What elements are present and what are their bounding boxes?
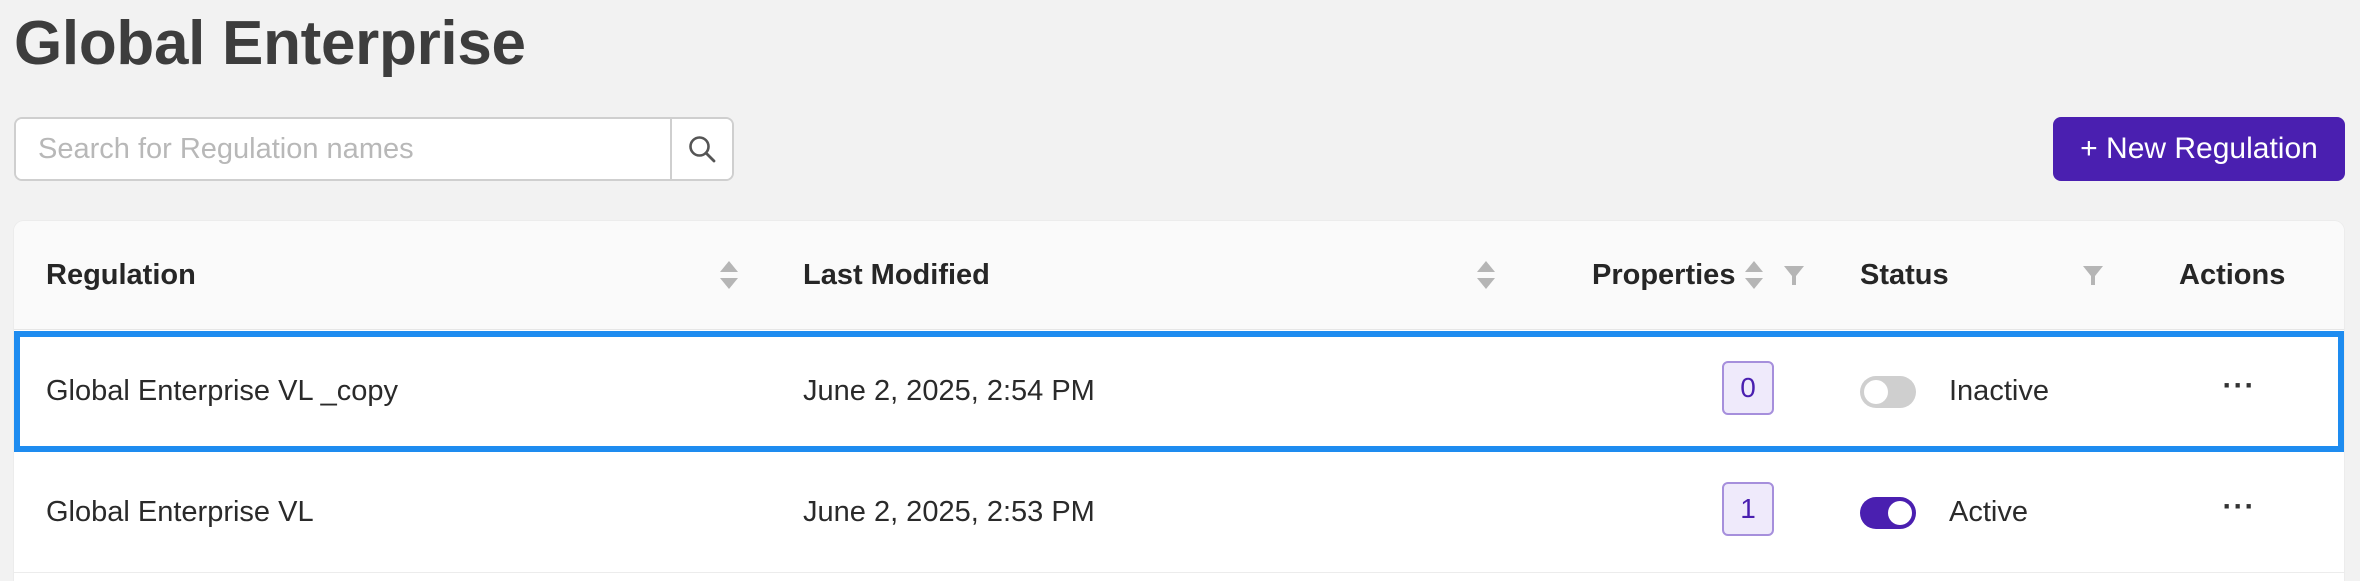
column-label: Regulation	[46, 259, 196, 291]
table-header: Regulation Last Modified Properties Stat…	[14, 221, 2344, 330]
column-label: Actions	[2179, 259, 2286, 291]
column-label: Properties	[1592, 259, 1736, 291]
table-row[interactable]: Global Enterprise VL June 2, 2025, 2:53 …	[14, 452, 2344, 573]
properties-count-badge[interactable]: 0	[1722, 361, 1774, 415]
status-label: Inactive	[1949, 374, 2049, 407]
last-modified: June 2, 2025, 2:53 PM	[803, 495, 1095, 528]
sort-icon[interactable]	[1743, 259, 1765, 291]
last-modified: June 2, 2025, 2:54 PM	[803, 374, 1095, 407]
page: Global Enterprise + New Regulation Regul…	[0, 0, 2360, 581]
column-header-properties[interactable]: Properties	[1592, 221, 1735, 330]
filter-icon[interactable]	[1782, 263, 1806, 287]
status-toggle[interactable]	[1860, 376, 1916, 408]
more-icon[interactable]: ···	[2214, 482, 2264, 532]
column-header-last-modified[interactable]: Last Modified	[803, 221, 990, 330]
sort-icon[interactable]	[1475, 259, 1497, 291]
status-toggle[interactable]	[1860, 497, 1916, 529]
column-header-actions: Actions	[2179, 221, 2285, 330]
search-icon	[689, 136, 716, 163]
sort-icon[interactable]	[718, 259, 740, 291]
new-regulation-button[interactable]: + New Regulation	[2053, 117, 2345, 181]
regulation-name[interactable]: Global Enterprise VL	[46, 452, 314, 572]
status-label: Active	[1949, 495, 2028, 528]
page-title: Global Enterprise	[14, 9, 526, 78]
toggle-knob	[1864, 380, 1888, 404]
filter-icon[interactable]	[2081, 263, 2105, 287]
column-label: Status	[1860, 259, 1949, 291]
column-header-status[interactable]: Status	[1860, 221, 1949, 330]
table-row[interactable]: Global Enterprise VL _copy June 2, 2025,…	[14, 331, 2344, 452]
more-icon[interactable]: ···	[2214, 361, 2264, 411]
search-box	[14, 117, 734, 181]
column-label: Last Modified	[803, 259, 990, 291]
toggle-knob	[1888, 501, 1912, 525]
search-input[interactable]	[16, 119, 670, 179]
properties-count-badge[interactable]: 1	[1722, 482, 1774, 536]
search-button[interactable]	[670, 119, 732, 179]
column-header-regulation[interactable]: Regulation	[46, 221, 196, 330]
regulation-name[interactable]: Global Enterprise VL _copy	[46, 331, 398, 451]
regulations-table: Regulation Last Modified Properties Stat…	[14, 221, 2344, 581]
